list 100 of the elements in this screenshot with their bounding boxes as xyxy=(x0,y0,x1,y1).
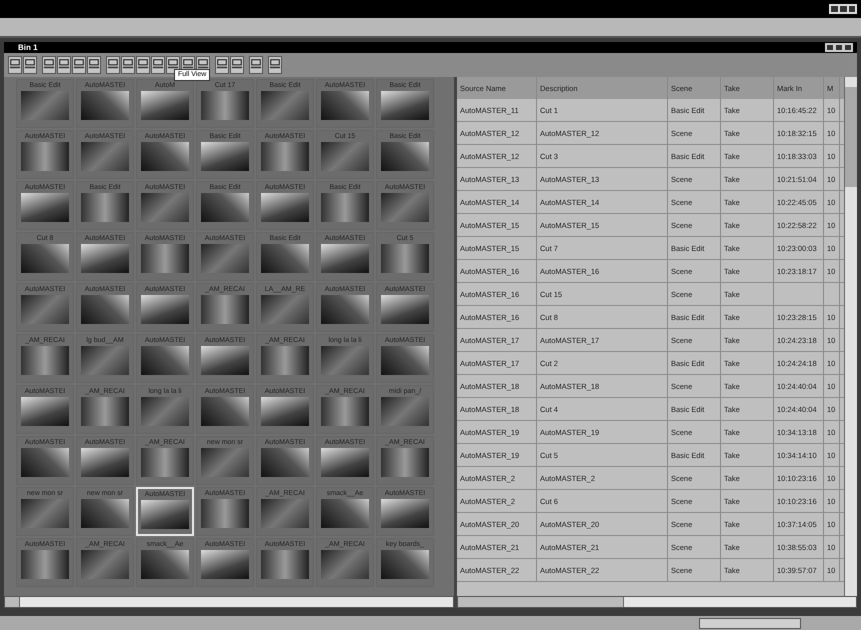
horizontal-scrollbar[interactable] xyxy=(457,596,857,608)
toolbar-button[interactable] xyxy=(136,56,150,74)
tool-icon xyxy=(152,58,164,70)
toolbar-button[interactable] xyxy=(72,56,86,74)
tool-icon xyxy=(269,58,281,70)
video-frame-placeholder xyxy=(321,346,369,375)
toolbar-button[interactable] xyxy=(42,56,56,74)
tool-icon xyxy=(197,58,209,70)
video-frame-placeholder xyxy=(81,397,129,426)
video-frame-placeholder xyxy=(21,244,69,273)
tool-icon xyxy=(88,58,100,70)
video-frame-placeholder xyxy=(141,295,189,324)
video-frame-placeholder xyxy=(261,499,309,528)
video-frame-placeholder xyxy=(21,193,69,222)
video-frame-placeholder xyxy=(141,550,189,579)
video-frame-placeholder xyxy=(201,193,249,222)
tool-icon xyxy=(9,58,21,70)
tool-icon xyxy=(182,58,194,70)
video-frame-placeholder xyxy=(201,397,249,426)
video-frame-placeholder xyxy=(81,448,129,477)
video-frame-placeholder xyxy=(21,448,69,477)
video-frame-placeholder xyxy=(201,295,249,324)
video-frame-placeholder xyxy=(381,448,429,477)
video-frame-placeholder xyxy=(321,91,369,120)
toolbar-button[interactable] xyxy=(121,56,135,74)
video-frame-placeholder xyxy=(321,448,369,477)
video-frame-placeholder xyxy=(381,193,429,222)
video-frame-placeholder xyxy=(141,346,189,375)
video-frame-placeholder xyxy=(321,295,369,324)
window-controls-icon[interactable] xyxy=(825,43,853,52)
tool-icon xyxy=(122,58,134,70)
video-frame-placeholder xyxy=(261,244,309,273)
toolbar-button[interactable] xyxy=(230,56,244,74)
video-frame-placeholder xyxy=(261,295,309,324)
video-frame-placeholder xyxy=(321,142,369,171)
video-frame-placeholder xyxy=(261,142,309,171)
video-frame-placeholder xyxy=(141,193,189,222)
toolbar-button[interactable] xyxy=(249,56,263,74)
horizontal-scrollbar[interactable] xyxy=(4,596,454,608)
video-frame-placeholder xyxy=(141,397,189,426)
window-controls-icon[interactable] xyxy=(829,4,857,14)
tool-icon xyxy=(167,58,179,70)
video-frame-placeholder xyxy=(141,244,189,273)
video-frame-placeholder xyxy=(21,142,69,171)
video-frame-placeholder xyxy=(201,448,249,477)
video-frame-placeholder xyxy=(261,448,309,477)
video-frame-placeholder xyxy=(21,91,69,120)
toolbar-button[interactable] xyxy=(23,56,37,74)
video-frame-placeholder xyxy=(81,142,129,171)
video-frame-placeholder xyxy=(141,142,189,171)
video-frame-placeholder xyxy=(381,550,429,579)
toolbar-button[interactable] xyxy=(57,56,71,74)
tool-icon xyxy=(107,58,119,70)
video-frame-placeholder xyxy=(381,397,429,426)
video-frame-placeholder xyxy=(321,499,369,528)
vertical-scrollbar[interactable] xyxy=(844,77,857,596)
toolbar-button[interactable] xyxy=(8,56,22,74)
tool-icon xyxy=(43,58,55,70)
toolbar-button[interactable] xyxy=(106,56,120,74)
video-frame-placeholder xyxy=(261,346,309,375)
tool-icon xyxy=(216,58,228,70)
video-frame-placeholder xyxy=(21,499,69,528)
video-frame-placeholder xyxy=(21,397,69,426)
video-frame-placeholder xyxy=(201,499,249,528)
video-frame-placeholder xyxy=(381,91,429,120)
video-frame-placeholder xyxy=(201,346,249,375)
video-frame-placeholder xyxy=(81,499,129,528)
video-frame-placeholder xyxy=(21,295,69,324)
video-frame-placeholder xyxy=(321,244,369,273)
video-frame-placeholder xyxy=(81,295,129,324)
video-frame-placeholder xyxy=(321,397,369,426)
video-frame-placeholder xyxy=(21,550,69,579)
video-frame-placeholder xyxy=(201,244,249,273)
tool-icon xyxy=(73,58,85,70)
video-frame-placeholder xyxy=(201,91,249,120)
video-frame-placeholder xyxy=(141,448,189,477)
video-frame-placeholder xyxy=(81,193,129,222)
video-frame-placeholder xyxy=(81,550,129,579)
toolbar-button[interactable] xyxy=(268,56,282,74)
video-frame-placeholder xyxy=(381,295,429,324)
video-frame-placeholder xyxy=(81,244,129,273)
video-frame-placeholder xyxy=(261,550,309,579)
video-frame-placeholder xyxy=(81,91,129,120)
tool-icon xyxy=(24,58,36,70)
video-frame-placeholder xyxy=(381,346,429,375)
toolbar-button[interactable] xyxy=(87,56,101,74)
toolbar-button[interactable] xyxy=(151,56,165,74)
window-title: Bin 1 xyxy=(18,43,38,52)
tool-icon xyxy=(250,58,262,70)
tool-icon xyxy=(231,58,243,70)
video-frame-placeholder xyxy=(381,244,429,273)
video-frame-placeholder xyxy=(261,91,309,120)
video-frame-placeholder xyxy=(261,397,309,426)
tool-icon xyxy=(58,58,70,70)
tool-icon xyxy=(137,58,149,70)
video-frame-placeholder xyxy=(201,142,249,171)
video-frame-placeholder xyxy=(201,550,249,579)
toolbar-button[interactable] xyxy=(215,56,229,74)
video-frame-placeholder xyxy=(81,346,129,375)
video-frame-placeholder xyxy=(141,91,189,120)
